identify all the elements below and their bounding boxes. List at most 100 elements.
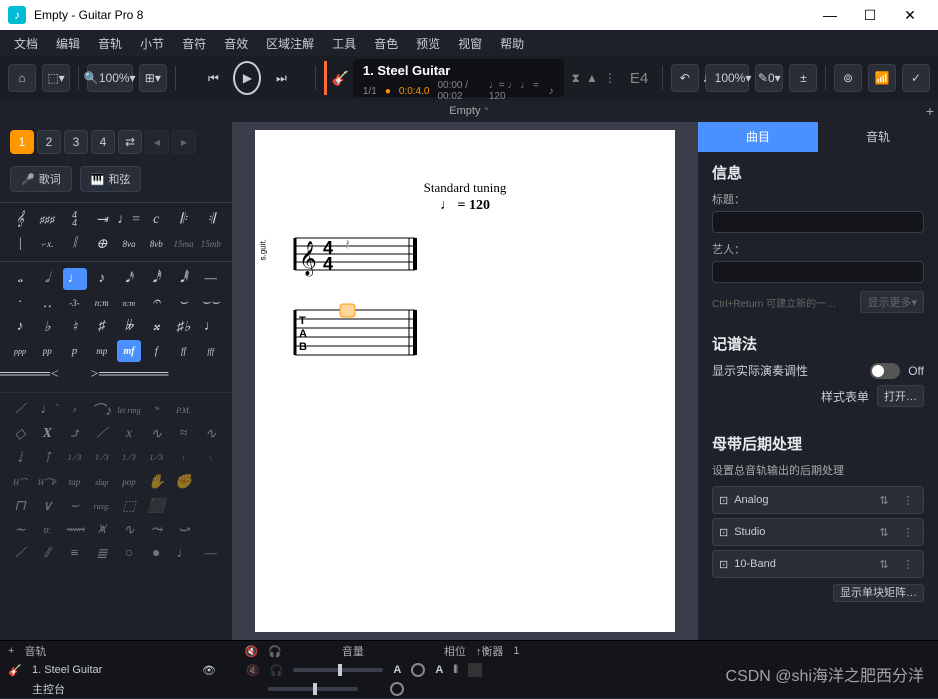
fx-menu[interactable]: ⋮ (899, 523, 917, 541)
wavy[interactable]: ⟿ (63, 519, 87, 541)
menu-bar[interactable]: 小节 (132, 32, 172, 55)
bend[interactable]: ⤴ (63, 423, 87, 445)
chords-button[interactable]: 🎹和弦 (80, 166, 142, 192)
acc-change[interactable]: ♯♭ (172, 316, 196, 338)
f[interactable]: f (144, 340, 168, 362)
ped[interactable]: 𝆮 (144, 399, 168, 421)
tab-song[interactable]: 曲目 (698, 122, 818, 152)
menu-tools[interactable]: 工具 (324, 32, 364, 55)
rest2[interactable]: — (199, 543, 223, 565)
slap[interactable]: slap (90, 471, 114, 493)
voice-multi[interactable]: ⇄ (118, 130, 142, 154)
ff[interactable]: ff (172, 340, 196, 362)
menu-sound[interactable]: 音色 (366, 32, 406, 55)
crescendo[interactable]: ═══════< (8, 364, 32, 386)
dot[interactable]: · (8, 292, 32, 314)
rest[interactable]: — (199, 268, 223, 290)
15ma[interactable]: 15ma (172, 233, 196, 255)
double-sharp[interactable]: 𝄪 (144, 316, 168, 338)
voice-prev[interactable]: ◂ (145, 130, 169, 154)
pop[interactable]: pop (117, 471, 141, 493)
sixtyfourth-note[interactable]: 𝅘𝅥𝅱 (172, 268, 196, 290)
repeat-alt[interactable]: ⌐x. (35, 233, 59, 255)
ottava-b[interactable]: 8vb (144, 233, 168, 255)
pencil-button[interactable]: ✎ 0 ▾ (755, 64, 783, 92)
auto-pan[interactable]: A (435, 664, 443, 676)
note2[interactable]: ● (144, 543, 168, 565)
tap[interactable]: tap (63, 471, 87, 493)
title-input[interactable] (712, 211, 924, 233)
pp[interactable]: pp (35, 340, 59, 362)
audio-button[interactable]: ⊚ (834, 64, 862, 92)
note-stem[interactable]: ♩ (199, 316, 223, 338)
menu-track[interactable]: 音轨 (90, 32, 130, 55)
home-button[interactable]: ⌂ (8, 64, 36, 92)
brush3[interactable]: 1⟋3 (117, 447, 141, 469)
volume-slider[interactable] (293, 668, 383, 672)
double-flat[interactable]: 𝄫 (117, 316, 141, 338)
15mb[interactable]: 15mb (199, 233, 223, 255)
tremolo[interactable]: ⟋ (90, 423, 114, 445)
mf[interactable]: mf (117, 340, 141, 362)
menu-document[interactable]: 文档 (6, 32, 46, 55)
track-info[interactable]: 1. Steel Guitar 1/1 ● 0:0:4.0 00:00 / 00… (353, 59, 564, 97)
palm2[interactable]: ✊ (172, 471, 196, 493)
zoom-button[interactable]: 🔍100% ▾ (87, 64, 133, 92)
stem[interactable]: ♩ (172, 543, 196, 565)
mute-icon[interactable]: 🔇 (246, 664, 260, 677)
tie[interactable]: ⌣ (172, 292, 196, 314)
grace[interactable]: ♪ (8, 316, 32, 338)
flat[interactable]: ♭ (35, 316, 59, 338)
barre[interactable]: ⬛ (144, 495, 168, 517)
harmonic[interactable]: ◇ (8, 423, 32, 445)
fff[interactable]: fff (199, 340, 223, 362)
voice-3[interactable]: 3 (64, 130, 88, 154)
fx-analog[interactable]: ⊡ Analog ⇅ ⋮ (712, 486, 924, 514)
show-perf-toggle[interactable] (870, 363, 900, 379)
natural[interactable]: ♮ (63, 316, 87, 338)
eq-toggle[interactable] (468, 663, 482, 677)
palm[interactable]: ✋ (144, 471, 168, 493)
sharp[interactable]: ♯ (90, 316, 114, 338)
tab-staff[interactable]: T A B (285, 302, 645, 372)
coda[interactable]: ⊕ (90, 233, 114, 255)
key-sig[interactable]: ♯♯♯ (35, 209, 59, 231)
lyrics-button[interactable]: 🎤歌词 (10, 166, 72, 192)
brush4[interactable]: 1⟋3 (144, 447, 168, 469)
let-ring[interactable]: let ring (117, 399, 141, 421)
brush6[interactable]: \ (199, 447, 223, 469)
free-time[interactable]: ⇥ (90, 209, 114, 231)
brush2[interactable]: 1⟋3 (90, 447, 114, 469)
voice-1[interactable]: 1 (10, 130, 34, 154)
open-stylesheet-button[interactable]: 打开… (877, 385, 924, 407)
arpeggio-down[interactable]: ⇣ (8, 447, 32, 469)
voice-next[interactable]: ▸ (172, 130, 196, 154)
fx-updown[interactable]: ⇅ (875, 523, 893, 541)
p[interactable]: p (63, 340, 87, 362)
arpeggio-up[interactable]: ⇡ (35, 447, 59, 469)
slash2[interactable]: ⫽ (35, 543, 59, 565)
wifi-button[interactable]: 📶 (868, 64, 896, 92)
fx-menu[interactable]: ⋮ (899, 491, 917, 509)
trill2[interactable]: tr. (35, 519, 59, 541)
fx-updown[interactable]: ⇅ (875, 555, 893, 573)
half-note[interactable]: 𝅗𝅥 (35, 268, 59, 290)
grid-button[interactable]: ⊞▾ (139, 64, 167, 92)
pull[interactable]: H⌒P (35, 471, 59, 493)
transpose-button[interactable]: ± (789, 64, 817, 92)
wide-vib[interactable]: ≈ (172, 423, 196, 445)
add-track-button[interactable]: + (8, 645, 14, 657)
pick-up[interactable]: ∨ (35, 495, 59, 517)
slide[interactable]: ⟋ (8, 399, 32, 421)
fx-10band[interactable]: ⊡ 10-Band ⇅ ⋮ (712, 550, 924, 578)
tremolo1[interactable]: ≡ (63, 543, 87, 565)
menu-edit[interactable]: 编辑 (48, 32, 88, 55)
ppp[interactable]: ppp (8, 340, 32, 362)
repeat-end[interactable]: 𝄇 (199, 209, 223, 231)
fx-menu[interactable]: ⋮ (899, 555, 917, 573)
fret-hand[interactable]: ⬚ (117, 495, 141, 517)
fx-studio[interactable]: ⊡ Studio ⇅ ⋮ (712, 518, 924, 546)
master-volume-slider[interactable] (268, 687, 358, 691)
brush1[interactable]: 1⟋3 (63, 447, 87, 469)
ottava[interactable]: 8va (117, 233, 141, 255)
